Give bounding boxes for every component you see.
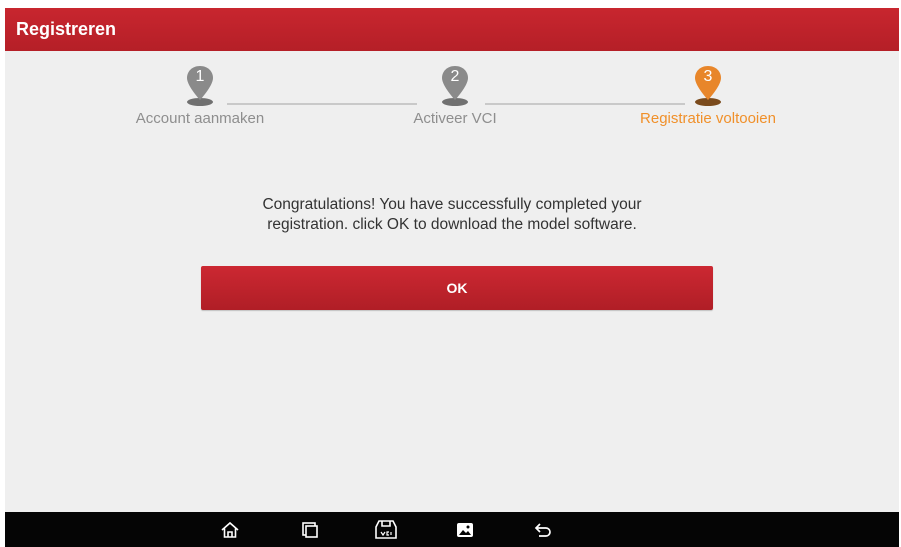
step-label: Activeer VCI	[413, 110, 497, 127]
ok-button[interactable]: OK	[201, 266, 713, 310]
step-number: 2	[450, 68, 460, 85]
app-window: Registreren 1 Account aanmaken 2 Activee…	[5, 8, 899, 547]
system-navigation-bar	[5, 512, 899, 547]
success-message: Congratulations! You have successfully c…	[5, 195, 899, 235]
step-account-aanmaken: 1 Account aanmaken	[100, 64, 300, 127]
step-number: 3	[703, 68, 713, 85]
success-message-line-1: Congratulations! You have successfully c…	[262, 196, 642, 213]
map-pin-icon: 2	[440, 64, 470, 106]
vci-icon[interactable]	[366, 512, 406, 547]
title-bar: Registreren	[5, 8, 899, 51]
success-message-line-2: registration. click OK to download the m…	[267, 216, 637, 233]
recent-apps-icon[interactable]	[290, 512, 330, 547]
page-title: Registreren	[16, 19, 117, 39]
home-icon[interactable]	[210, 512, 250, 547]
screenshot-icon[interactable]	[445, 512, 485, 547]
registration-stepper: 1 Account aanmaken 2 Activeer VCI 3 Regi…	[5, 51, 899, 151]
step-registratie-voltooien: 3 Registratie voltooien	[608, 64, 808, 127]
step-label: Registratie voltooien	[640, 110, 776, 127]
map-pin-icon: 1	[185, 64, 215, 106]
map-pin-icon: 3	[693, 64, 723, 106]
step-number: 1	[195, 68, 205, 85]
step-activeer-vci: 2 Activeer VCI	[355, 64, 555, 127]
back-icon[interactable]	[523, 512, 563, 547]
step-label: Account aanmaken	[135, 110, 265, 127]
